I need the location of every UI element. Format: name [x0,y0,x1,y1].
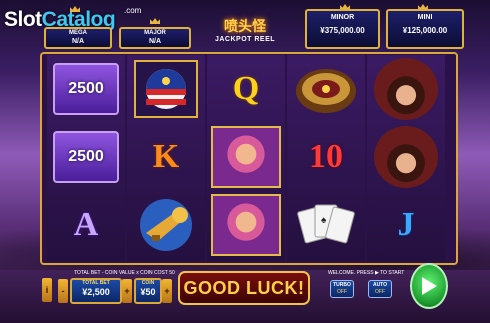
total-bet-display: TOTAL BET ¥2,500 [70,278,122,304]
bet-decrease-button[interactable]: - [58,279,68,303]
jackpot-major: MAJOR N/A [119,27,191,49]
letter-k-symbol: K [152,138,180,175]
reel-cell [127,55,205,123]
coin-display: COIN ¥50 [134,278,162,304]
crown-icon [70,6,80,12]
reel-cell [287,55,365,123]
jackpot-minor: MINOR ¥375,000.00 [305,9,380,49]
spin-button[interactable] [410,263,448,309]
message-banner: GOOD LUCK! [178,271,310,305]
reel-cell [127,191,205,259]
game-logo: 喷头怪 JACKPOT REEL [214,18,276,43]
cards-icon: ♠ [297,204,355,244]
turbo-toggle[interactable]: TURBO OFF [330,280,354,298]
reel-cell: A [47,191,125,259]
auto-toggle[interactable]: AUTO OFF [368,280,392,298]
reel-cell [367,55,445,123]
reel-4: 10 ♠ [287,55,365,261]
bonus-symbol: 2500 [53,131,119,183]
reel-2: K [127,55,205,261]
number-10-symbol: 10 [309,138,343,175]
info-button[interactable]: i [42,278,52,302]
reel-5: J [367,55,445,261]
reel-cell: 10 [287,123,365,191]
reel-cell: 2500 [47,55,125,123]
gangster-icon [374,126,438,188]
reel-cell: Q [207,55,285,123]
bet-increase-button[interactable]: + [122,279,132,303]
reel-cell: 2500 [47,123,125,191]
welcome-text: WELCOME. PRESS ▶ TO START [328,270,405,276]
reel-cell [207,191,285,259]
reel-cell: ♠ [287,191,365,259]
eagle-shield-icon [134,60,198,118]
jackpot-mega: MEGA N/A [44,27,112,49]
jackpot-mini: MINI ¥125,000.00 [386,9,464,49]
svg-text:♠: ♠ [321,215,327,226]
trumpet-icon [140,199,192,251]
letter-j-symbol: J [397,206,415,243]
roulette-icon [296,69,356,113]
reel-3: Q [207,55,285,261]
letter-q-symbol: Q [232,70,260,107]
info-text: TOTAL BET - COIN VALUE x COIN COST 50 [74,270,175,276]
gangster-icon [374,58,438,120]
coin-increase-button[interactable]: + [162,279,172,303]
reel-cell: J [367,191,445,259]
reel-cell [367,123,445,191]
showgirl-icon [211,194,281,256]
reel-1: 2500 2500 A [47,55,125,261]
reel-cell: K [127,123,205,191]
letter-a-symbol: A [73,206,99,243]
bonus-symbol: 2500 [53,63,119,115]
reel-cell [207,123,285,191]
watermark-suffix: .com [124,6,142,15]
play-icon [422,277,437,295]
crown-icon [150,18,160,24]
showgirl-icon [211,126,281,188]
